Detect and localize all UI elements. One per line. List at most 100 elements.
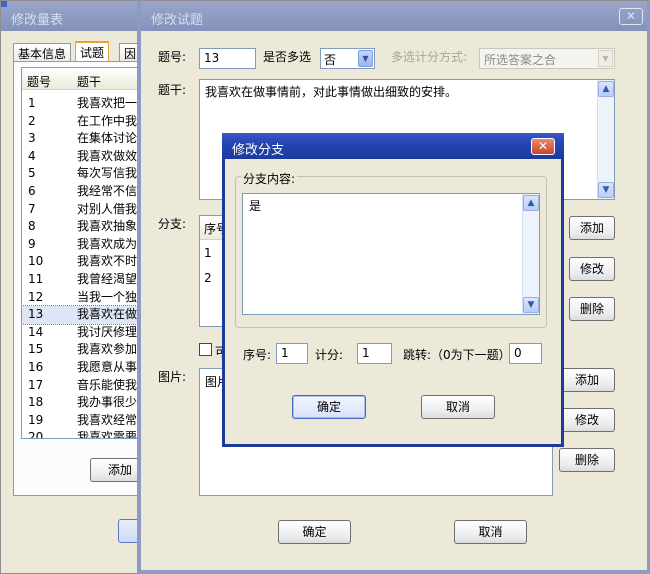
list-item-number: 11 [28,272,44,286]
list-item[interactable]: 10 我喜欢不时 [22,253,137,271]
list-item-stem: 我喜欢经常 [77,412,137,427]
question-cancel-button[interactable]: 取消 [454,520,527,544]
list-item[interactable]: 12 当我一个独 [22,289,137,307]
list-item[interactable]: 20 我喜欢需要 [22,429,137,438]
scroll-down-icon[interactable]: ▼ [523,297,539,313]
list-item-number: 15 [28,342,44,357]
chevron-down-icon[interactable]: ▼ [358,50,373,67]
stem-scrollbar[interactable]: ▲ ▼ [597,80,614,199]
list-item[interactable]: 8 我喜欢抽象 [22,218,137,236]
list-item-number: 3 [28,131,36,146]
delete-branch-button[interactable]: 删除 [569,297,615,321]
question-list[interactable]: 题号 题干 1 我喜欢把一 2 在工作中我 3 在集体讨论 4 我喜欢做效 5 每次写信我 6 我经常… [21,67,146,439]
add-branch-button[interactable]: 添加 [569,216,615,240]
list-item-stem: 我办事很少 [77,395,137,410]
score-field[interactable]: 1 [357,343,392,364]
question-number-label: 题号: [158,50,187,64]
tab-basic-info[interactable]: 基本信息 [13,43,72,61]
list-item[interactable]: 5 每次写信我 [22,165,137,183]
list-item-number: 9 [28,236,36,251]
checkbox[interactable] [199,343,212,356]
list-item[interactable]: 15 我喜欢参加 [22,341,137,359]
branch-content-textarea[interactable]: 是 ▲ ▼ [242,193,540,315]
chevron-down-icon: ▼ [598,50,613,67]
scroll-down-icon[interactable]: ▼ [598,182,614,198]
list-item[interactable]: 14 我讨厌修理 [22,324,137,342]
list-item-stem: 音乐能使我 [77,377,137,392]
branch-cancel-button[interactable]: 取消 [421,395,495,419]
list-item-number: 7 [28,201,36,216]
window-app-icon [1,1,7,7]
list-item-number: 14 [28,324,44,339]
branch-ok-button[interactable]: 确定 [292,395,366,419]
edit-image-button[interactable]: 修改 [559,408,615,432]
list-item[interactable]: 17 音乐能使我 [22,377,137,395]
list-item-stem: 我喜欢参加 [77,342,137,357]
list-item-number: 12 [28,289,44,304]
question-ok-button[interactable]: 确定 [278,520,351,544]
list-item-number: 13 [28,307,44,322]
jump-field[interactable]: 0 [509,343,542,364]
tab-questions[interactable]: 试题 [75,41,110,61]
list-item-number: 6 [28,184,36,198]
multi-select-label: 是否多选 [263,50,312,64]
edit-branch-dialog: 修改分支 ✕ 分支内容: 是 ▲ ▼ 序号: 1 计分: 1 跳转:（0为下一题… [222,133,564,447]
list-item[interactable]: 2 在工作中我 [22,113,137,131]
add-image-button[interactable]: 添加 [559,368,615,392]
list-header: 题号 题干 [22,68,145,90]
score-label: 计分: [315,348,344,362]
list-item[interactable]: 13 我喜欢在做 [22,305,138,325]
edit-branch-button[interactable]: 修改 [569,257,615,281]
scoring-method-value: 所选答案之合 [484,53,557,67]
list-item[interactable]: 11 我曾经渴望 [22,271,137,289]
table-row[interactable]: 1 [204,246,212,260]
multi-select-value: 否 [324,53,337,67]
list-item[interactable]: 4 我喜欢做效 [22,148,137,166]
list-item-number: 2 [28,113,36,128]
scroll-up-icon[interactable]: ▲ [598,81,614,97]
list-item-stem: 在集体讨论 [77,131,137,146]
scale-window-titlebar: 修改量表 [1,1,149,31]
table-row[interactable]: 2 [204,271,212,285]
list-item[interactable]: 3 在集体讨论 [22,130,137,148]
image-label: 图片: [158,370,187,384]
list-item-stem: 我曾经渴望 [77,272,137,286]
list-item[interactable]: 1 我喜欢把一 [22,95,137,113]
scoring-method-dropdown: 所选答案之合 ▼ [479,48,615,69]
question-number-field[interactable]: 13 [199,48,256,69]
list-item-number: 18 [28,395,44,410]
header-stem[interactable]: 题干 [77,73,101,90]
scoring-method-label: 多选计分方式: [391,50,468,64]
list-item[interactable]: 7 对别人借我 [22,201,137,219]
list-item[interactable]: 16 我愿意从事 [22,359,137,377]
stem-label: 题干: [158,83,187,97]
list-item-stem: 我喜欢做效 [77,148,137,163]
list-item[interactable]: 6 我经常不信 [22,183,137,201]
seq-label: 序号: [243,348,272,362]
header-number[interactable]: 题号 [27,73,51,90]
scroll-up-icon[interactable]: ▲ [523,195,539,211]
list-item-stem: 我喜欢抽象 [77,219,137,234]
list-item-number: 10 [28,254,44,269]
branch-content-label: 分支内容: [241,170,298,187]
list-item-stem: 我愿意从事 [77,360,137,374]
close-icon[interactable]: ✕ [531,138,555,155]
seq-field[interactable]: 1 [276,343,308,364]
list-item-stem: 我讨厌修理 [77,324,137,339]
stem-text: 我喜欢在做事情前，对此事情做出细致的安排。 [205,85,458,99]
list-item[interactable]: 9 我喜欢成为 [22,236,137,254]
list-item-number: 4 [28,148,36,163]
close-icon[interactable]: ✕ [619,8,643,25]
list-item[interactable]: 18 我办事很少 [22,394,137,412]
delete-image-button[interactable]: 删除 [559,448,615,472]
list-item-number: 16 [28,360,44,374]
list-item-stem: 当我一个独 [77,289,137,304]
list-item-number: 19 [28,412,44,427]
list-item-stem: 我喜欢不时 [77,254,137,269]
branch-content-scrollbar[interactable]: ▲ ▼ [522,194,539,314]
list-item-number: 1 [28,96,36,110]
scale-edit-window: 修改量表 基本信息 试题 因 题号 题干 1 我喜欢把一 2 在工作中我 3 在集体讨论 4… [0,0,150,574]
list-item[interactable]: 19 我喜欢经常 [22,412,137,430]
jump-label: 跳转:（0为下一题） [403,348,511,362]
multi-select-dropdown[interactable]: 否 ▼ [320,48,375,69]
